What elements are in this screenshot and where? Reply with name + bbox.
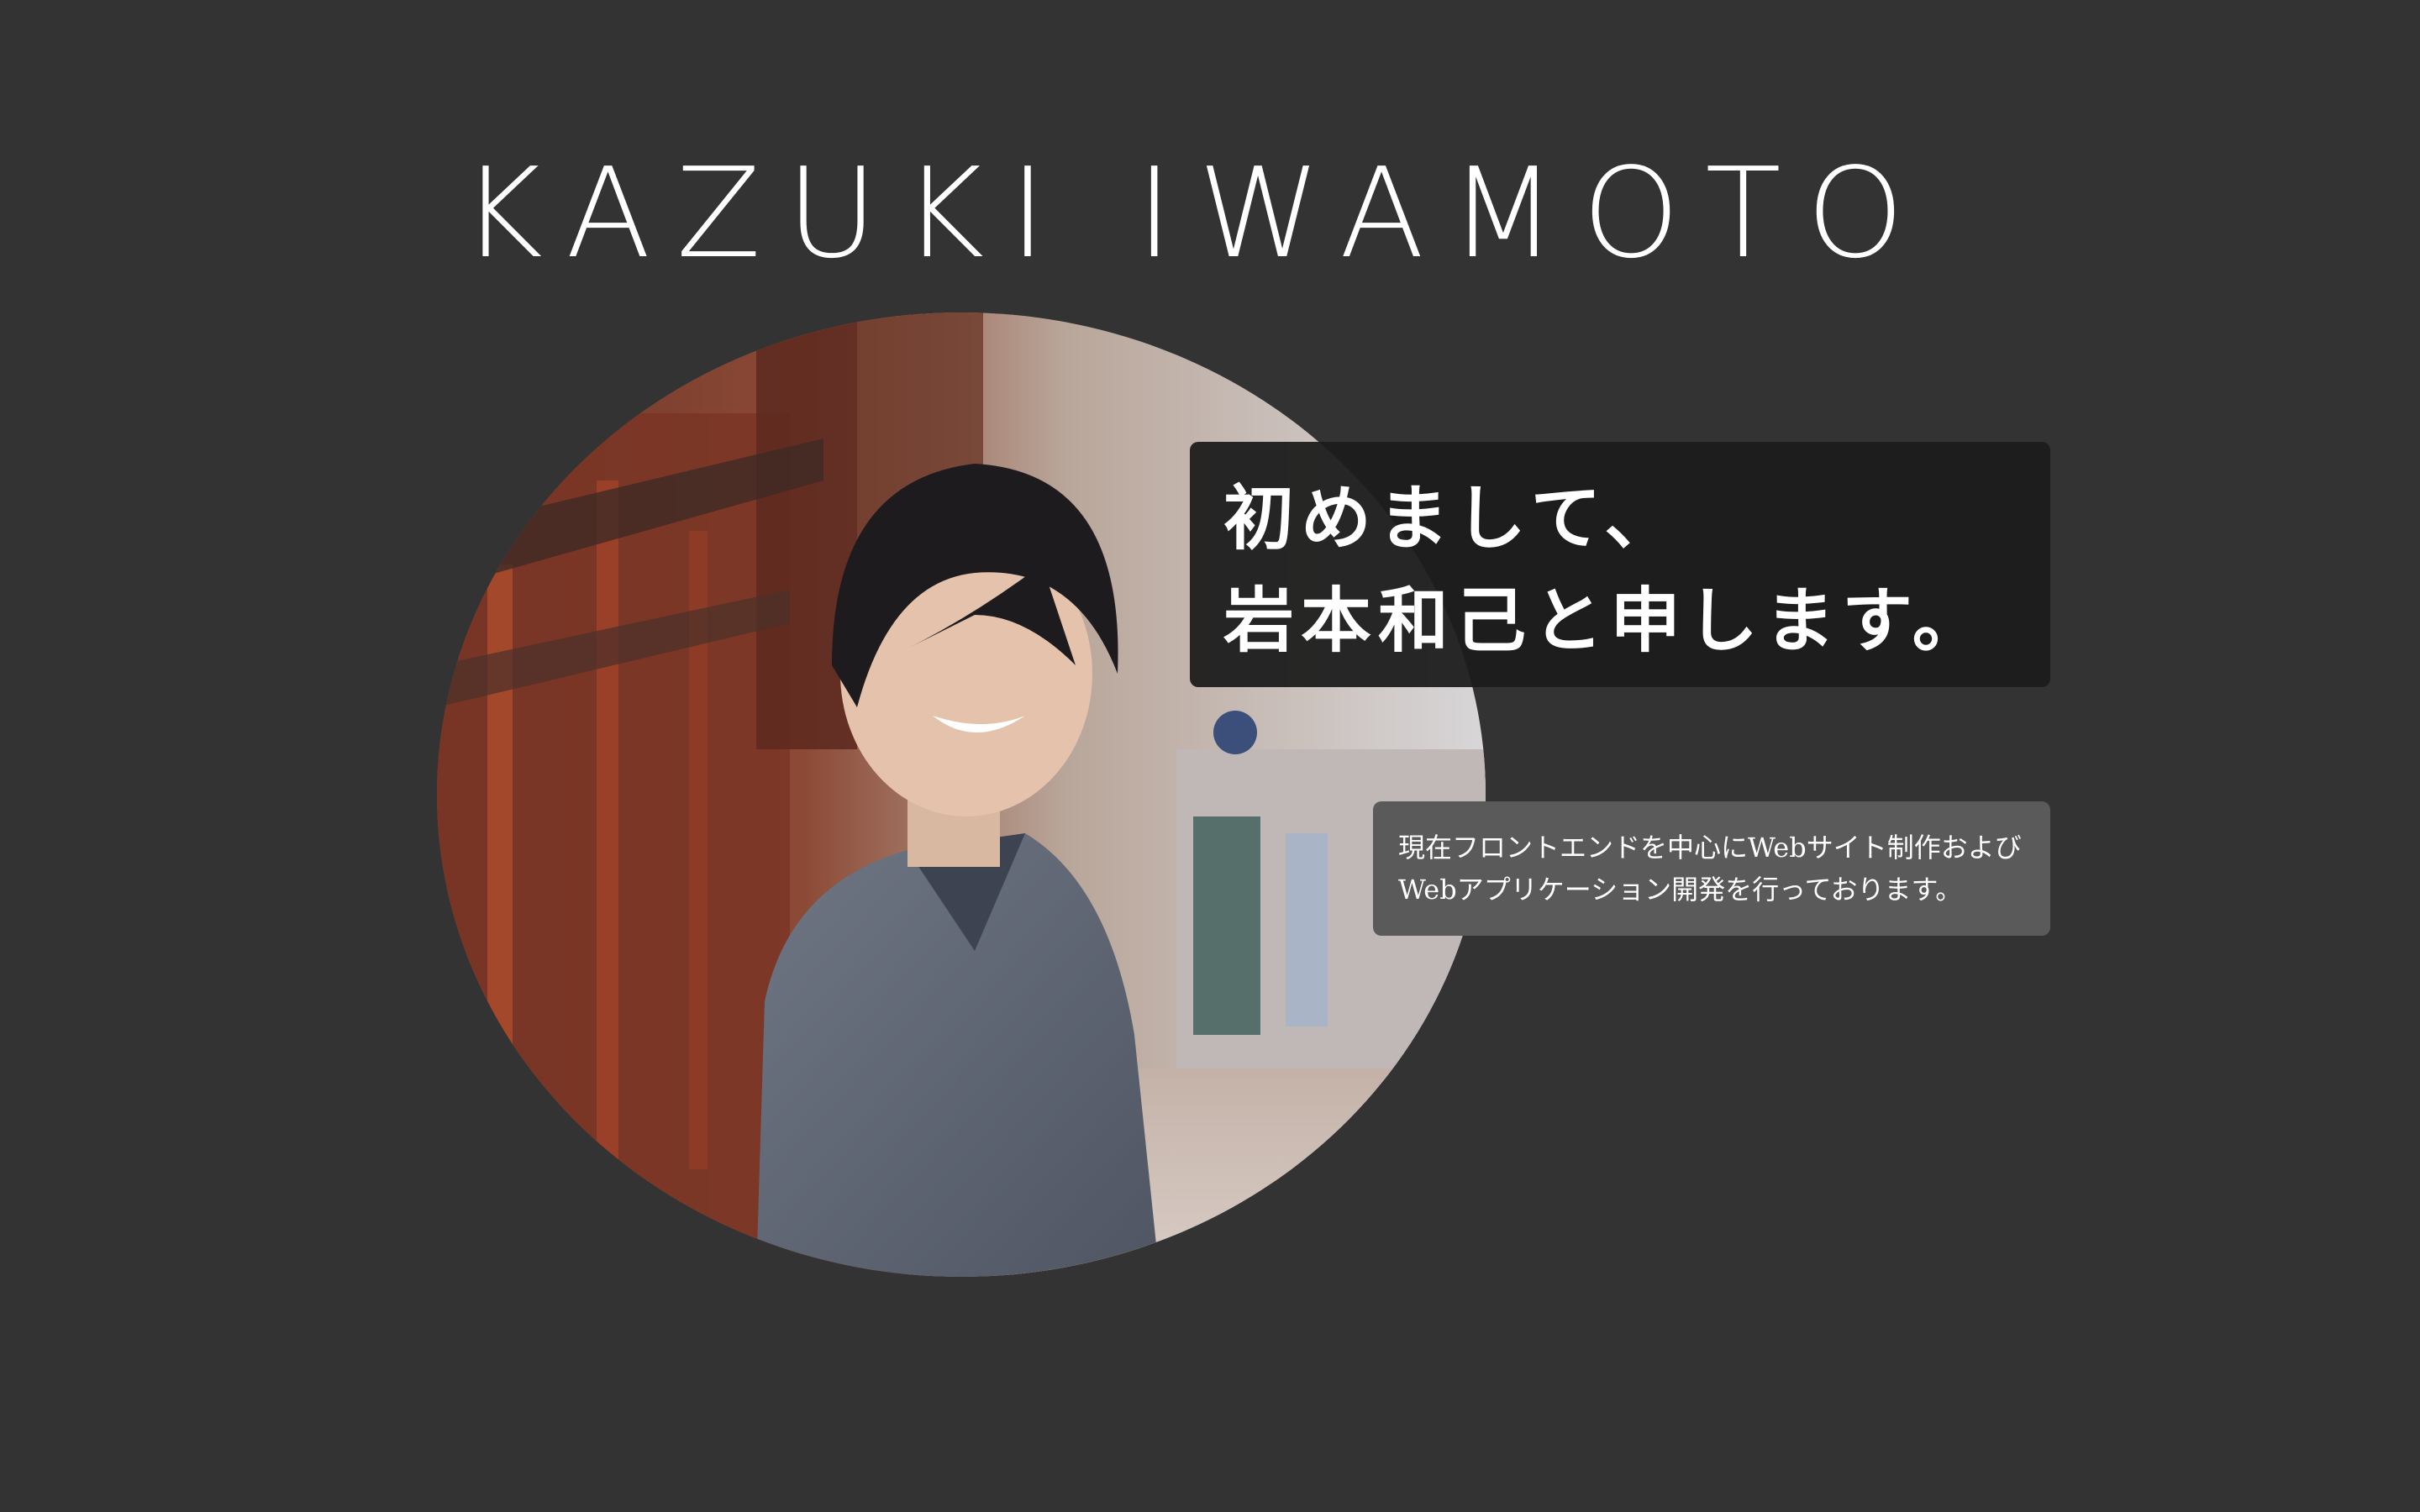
site-title: KAZUKI IWAMOTO xyxy=(460,141,1930,286)
intro-line-1: 現在フロントエンドを中心にWebサイト制作および xyxy=(1398,832,2022,864)
intro-line-2: Webアプリケーション開発を行っております。 xyxy=(1398,874,1963,906)
greeting-line-2: 岩本和己と申します。 xyxy=(1223,579,1990,662)
intro-box: 現在フロントエンドを中心にWebサイト制作および Webアプリケーション開発を行… xyxy=(1373,801,2050,936)
greeting-box: 初めまして、 岩本和己と申します。 xyxy=(1190,442,2050,687)
page: KAZUKI IWAMOTO 初めまして、 岩本和己と申します。 現在フロントエ… xyxy=(0,0,2420,1512)
greeting-line-1: 初めまして、 xyxy=(1223,476,1682,559)
